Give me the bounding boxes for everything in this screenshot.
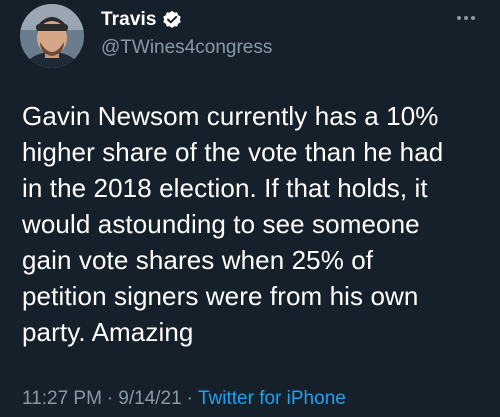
author-handle[interactable]: @TWines4congress [101,37,272,59]
tweet-metadata: 11:27 PM · 9/14/21 · Twitter for iPhone [22,388,346,410]
author-display-name[interactable]: Travis [101,9,157,31]
meta-separator: · [106,388,114,409]
avatar[interactable] [20,4,84,68]
tweet-card: Travis @TWines4congress Gavin Newsom cur… [0,0,500,417]
more-horizontal-icon[interactable] [452,10,480,26]
author-name-row: Travis [101,8,182,32]
more-dot [464,16,468,20]
more-dot [471,16,475,20]
tweet-text: Gavin Newsom currently has a 10% higher … [22,101,444,347]
more-dot [457,16,461,20]
meta-separator: · [186,388,193,409]
avatar-image [20,4,84,68]
tweet-time[interactable]: 11:27 PM [22,388,102,410]
tweet-source-link[interactable]: Twitter for iPhone [198,388,346,410]
tweet-date[interactable]: 9/14/21 [118,388,181,410]
verified-badge-icon [162,10,182,30]
